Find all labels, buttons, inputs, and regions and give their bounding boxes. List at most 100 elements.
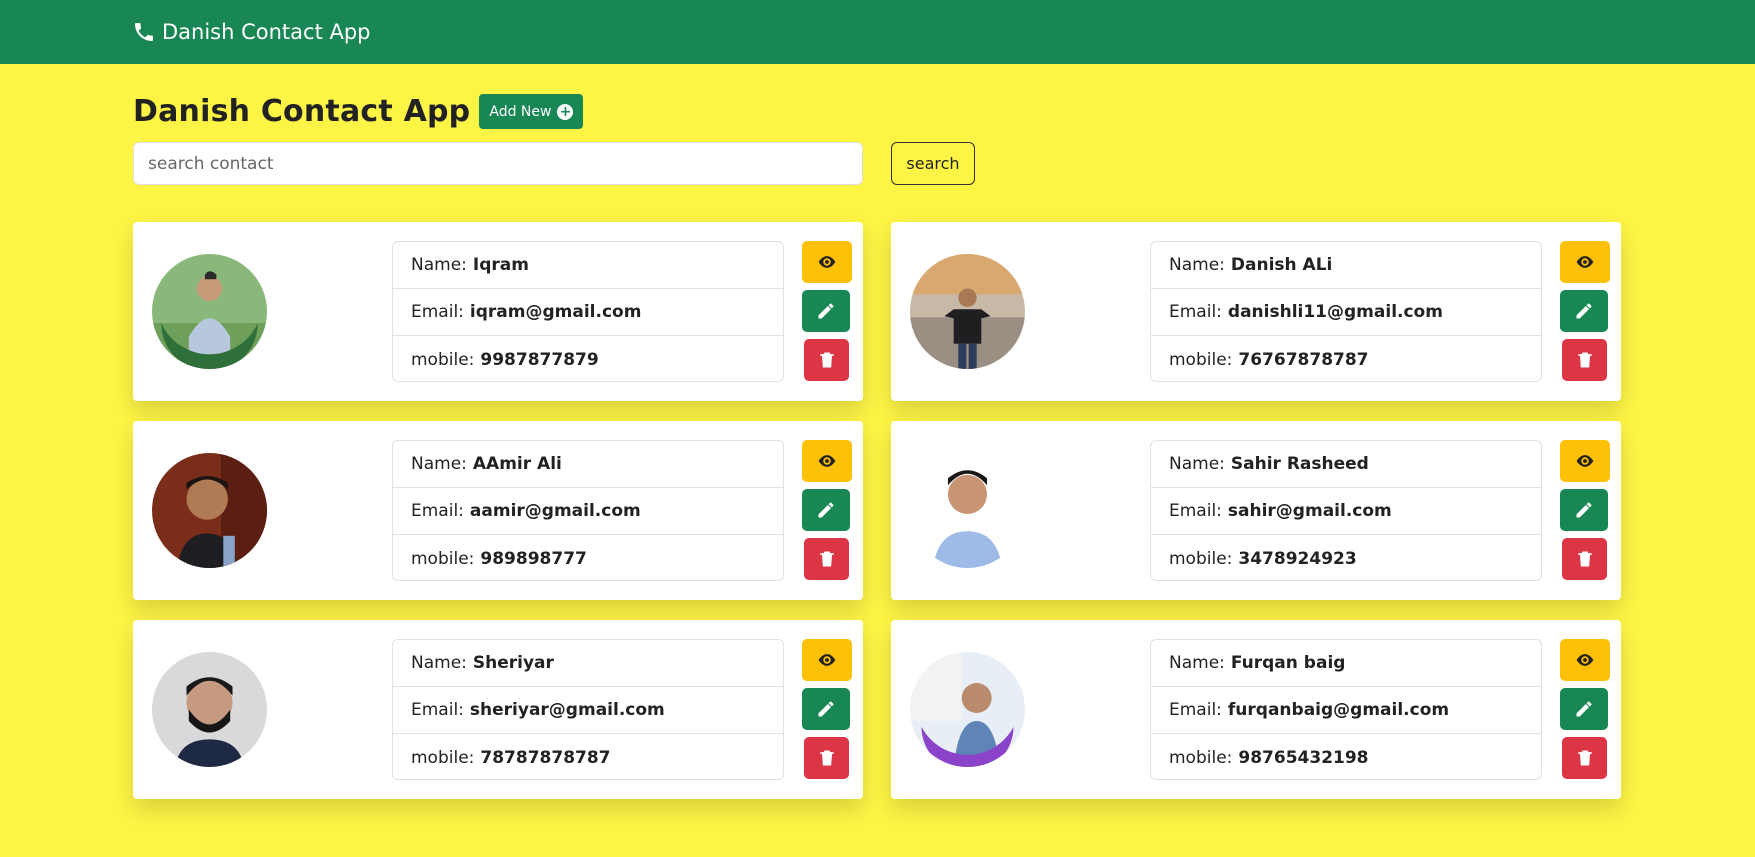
avatar xyxy=(910,652,1025,767)
view-button[interactable] xyxy=(1560,639,1610,681)
contact-card: Name: Sheriyar Email: sheriyar@gmail.com… xyxy=(133,620,863,799)
contact-info: Name: Furqan baig Email: furqanbaig@gmai… xyxy=(1150,639,1542,780)
contact-mobile: 98765432198 xyxy=(1238,747,1369,768)
contact-actions xyxy=(1560,440,1610,587)
delete-button[interactable] xyxy=(804,339,849,381)
contact-grid: Name: Iqram Email: iqram@gmail.com mobil… xyxy=(133,222,1621,799)
name-label: Name: xyxy=(1169,255,1225,275)
mobile-label: mobile: xyxy=(411,548,475,569)
email-row: Email: furqanbaig@gmail.com xyxy=(1151,687,1541,734)
name-row: Name: Danish ALi xyxy=(1151,242,1541,289)
contact-actions xyxy=(1560,241,1610,388)
email-row: Email: aamir@gmail.com xyxy=(393,488,783,535)
view-button[interactable] xyxy=(1560,440,1610,482)
delete-button[interactable] xyxy=(1562,339,1607,381)
add-new-label: Add New xyxy=(489,103,552,120)
contact-info: Name: Danish ALi Email: danishli11@gmail… xyxy=(1150,241,1542,382)
contact-info: Name: AAmir Ali Email: aamir@gmail.com m… xyxy=(392,440,784,581)
contact-mobile: 76767878787 xyxy=(1238,349,1369,370)
name-label: Name: xyxy=(411,454,467,474)
contact-actions xyxy=(802,241,852,388)
mobile-row: mobile: 3478924923 xyxy=(1151,535,1541,582)
contact-name: Danish ALi xyxy=(1230,255,1333,275)
contact-card: Name: Iqram Email: iqram@gmail.com mobil… xyxy=(133,222,863,401)
contact-name: AAmir Ali xyxy=(472,454,562,474)
navbar-brand-label: Danish Contact App xyxy=(162,20,371,44)
eye-icon xyxy=(1576,455,1594,467)
contact-info: Name: Sheriyar Email: sheriyar@gmail.com… xyxy=(392,639,784,780)
mobile-row: mobile: 989898777 xyxy=(393,535,783,582)
contact-info: Name: Iqram Email: iqram@gmail.com mobil… xyxy=(392,241,784,382)
pencil-icon xyxy=(818,502,834,518)
contact-actions xyxy=(1560,639,1610,786)
edit-button[interactable] xyxy=(802,489,850,531)
contact-card: Name: Furqan baig Email: furqanbaig@gmai… xyxy=(891,620,1621,799)
avatar xyxy=(152,254,267,369)
navbar-brand[interactable]: Danish Contact App xyxy=(132,20,371,44)
mobile-label: mobile: xyxy=(1169,548,1233,569)
name-row: Name: Sahir Rasheed xyxy=(1151,441,1541,488)
contact-name: Sheriyar xyxy=(472,653,554,673)
eye-icon xyxy=(1576,256,1594,268)
pencil-icon xyxy=(1576,701,1592,717)
contact-info: Name: Sahir Rasheed Email: sahir@gmail.c… xyxy=(1150,440,1542,581)
contact-email: danishli11@gmail.com xyxy=(1227,302,1443,322)
contact-mobile: 3478924923 xyxy=(1238,548,1357,569)
trash-icon xyxy=(819,352,834,368)
delete-button[interactable] xyxy=(804,737,849,779)
view-button[interactable] xyxy=(1560,241,1610,283)
delete-button[interactable] xyxy=(1562,737,1607,779)
mobile-row: mobile: 98765432198 xyxy=(1151,734,1541,781)
edit-button[interactable] xyxy=(1560,688,1608,730)
mobile-label: mobile: xyxy=(411,747,475,768)
eye-icon xyxy=(1576,654,1594,666)
name-label: Name: xyxy=(1169,454,1225,474)
navbar: Danish Contact App xyxy=(0,0,1755,64)
view-button[interactable] xyxy=(802,241,852,283)
delete-button[interactable] xyxy=(804,538,849,580)
search-input[interactable] xyxy=(133,142,863,185)
edit-button[interactable] xyxy=(802,688,850,730)
view-button[interactable] xyxy=(802,639,852,681)
view-button[interactable] xyxy=(802,440,852,482)
email-label: Email: xyxy=(1169,302,1222,322)
mobile-row: mobile: 78787878787 xyxy=(393,734,783,781)
email-label: Email: xyxy=(1169,501,1222,521)
contact-card: Name: Sahir Rasheed Email: sahir@gmail.c… xyxy=(891,421,1621,600)
add-new-button[interactable]: Add New + xyxy=(479,94,584,129)
avatar xyxy=(152,652,267,767)
contact-email: iqram@gmail.com xyxy=(469,302,642,322)
pencil-icon xyxy=(818,303,834,319)
mobile-row: mobile: 9987877879 xyxy=(393,336,783,383)
name-label: Name: xyxy=(411,653,467,673)
trash-icon xyxy=(819,551,834,567)
email-label: Email: xyxy=(411,501,464,521)
eye-icon xyxy=(818,455,836,467)
mobile-row: mobile: 76767878787 xyxy=(1151,336,1541,383)
page-title: Danish Contact App xyxy=(133,94,471,129)
contact-card: Name: Danish ALi Email: danishli11@gmail… xyxy=(891,222,1621,401)
mobile-label: mobile: xyxy=(411,349,475,370)
avatar xyxy=(910,254,1025,369)
name-label: Name: xyxy=(411,255,467,275)
edit-button[interactable] xyxy=(1560,290,1608,332)
email-row: Email: danishli11@gmail.com xyxy=(1151,289,1541,336)
mobile-label: mobile: xyxy=(1169,747,1233,768)
delete-button[interactable] xyxy=(1562,538,1607,580)
search-button[interactable]: search xyxy=(891,142,975,185)
name-label: Name: xyxy=(1169,653,1225,673)
edit-button[interactable] xyxy=(802,290,850,332)
contact-name: Furqan baig xyxy=(1230,653,1346,673)
contact-name: Iqram xyxy=(472,255,529,275)
name-row: Name: Iqram xyxy=(393,242,783,289)
contact-mobile: 989898777 xyxy=(480,548,587,569)
pencil-icon xyxy=(818,701,834,717)
edit-button[interactable] xyxy=(1560,489,1608,531)
contact-email: aamir@gmail.com xyxy=(469,501,641,521)
contact-email: sheriyar@gmail.com xyxy=(469,700,665,720)
contact-mobile: 78787878787 xyxy=(480,747,611,768)
mobile-label: mobile: xyxy=(1169,349,1233,370)
email-row: Email: sheriyar@gmail.com xyxy=(393,687,783,734)
contact-actions xyxy=(802,440,852,587)
contact-email: furqanbaig@gmail.com xyxy=(1227,700,1450,720)
